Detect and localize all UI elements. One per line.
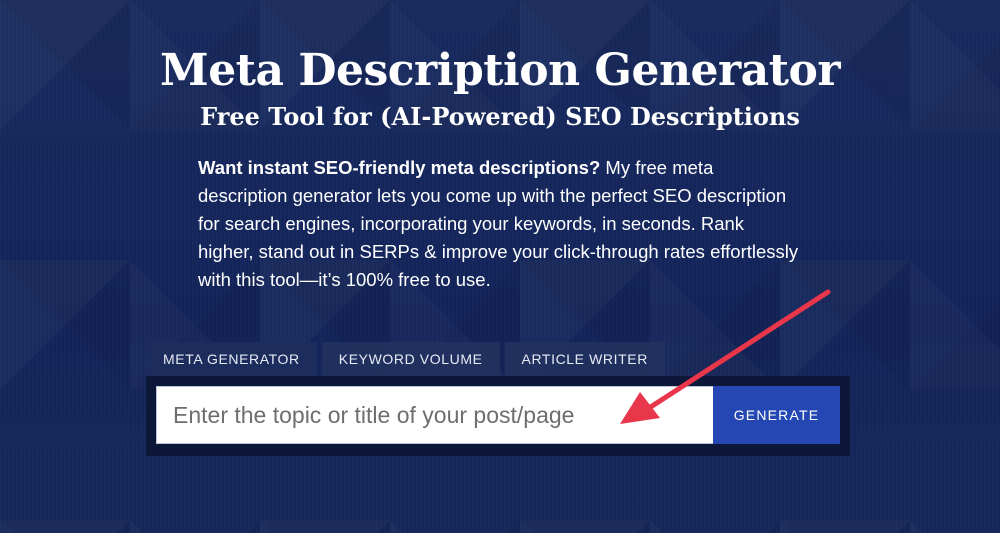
page-subtitle: Free Tool for (AI-Powered) SEO Descripti… [200,102,800,131]
generate-button[interactable]: GENERATE [713,386,840,444]
tab-keyword-volume[interactable]: KEYWORD VOLUME [321,342,500,376]
tab-meta-generator[interactable]: META GENERATOR [146,342,317,376]
intro-lead: Want instant SEO-friendly meta descripti… [198,157,601,178]
generator-form: GENERATE [146,376,850,456]
topic-input[interactable] [156,386,714,444]
intro-paragraph: Want instant SEO-friendly meta descripti… [198,154,804,294]
tab-article-writer[interactable]: ARTICLE WRITER [504,342,665,376]
tool-tabs: META GENERATOR KEYWORD VOLUME ARTICLE WR… [146,342,670,376]
page-title: Meta Description Generator [159,45,841,96]
page: Meta Description Generator Free Tool for… [0,0,1000,533]
